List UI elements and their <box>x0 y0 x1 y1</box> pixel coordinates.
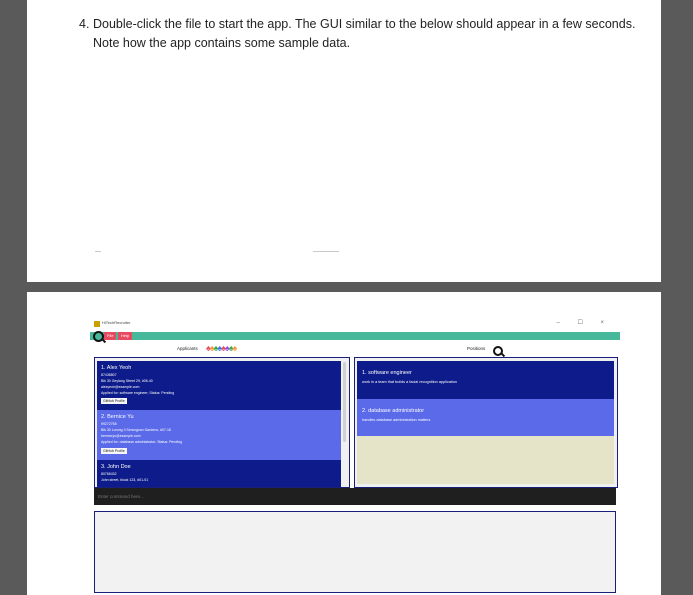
people-icon: ♠♠♠♠♠♠♠♠ <box>206 343 237 353</box>
applicant-phone: 87438807 <box>101 373 117 377</box>
applicant-status: Applied for: database administrator; Sta… <box>101 440 182 444</box>
position-card[interactable]: 2. database administrator handles databa… <box>357 399 614 436</box>
applicant-card[interactable]: 3. John Doe 80765432 John street, block … <box>97 460 341 487</box>
position-name: 1. software engineer <box>362 370 412 376</box>
menubar: File Help <box>90 331 620 342</box>
result-display <box>94 511 616 593</box>
positions-empty-area <box>357 436 614 484</box>
position-description: handles database administration matters <box>362 418 431 422</box>
app-logo-icon <box>94 321 100 327</box>
applicants-list[interactable]: 1. Alex Yeoh 87438807 Blk 30 Geylang Str… <box>94 357 350 488</box>
step-4-instruction: 4. Double-click the file to start the ap… <box>79 15 639 53</box>
applicants-header: Applicants ♠♠♠♠♠♠♠♠ <box>94 341 344 357</box>
applicant-email: alexyeoh@example.com <box>101 385 140 389</box>
applicant-card[interactable]: 1. Alex Yeoh 87438807 Blk 30 Geylang Str… <box>97 361 341 410</box>
github-profile-link[interactable]: GitHub Profile <box>101 398 127 404</box>
applicant-name: 2. Bernice Yu <box>101 414 134 420</box>
position-card[interactable]: 1. software engineer work in a team that… <box>357 361 614 399</box>
applicant-email: berniceyu@example.com <box>101 434 141 438</box>
menu-file[interactable]: File <box>104 332 117 340</box>
positions-title: Positions <box>467 346 486 351</box>
positions-header: Positions <box>352 341 616 357</box>
app-title: HiTechRecruiter <box>102 320 131 325</box>
applicant-card[interactable]: 2. Bernice Yu 99272758 Blk 30 Lorong 3 S… <box>97 410 341 460</box>
stray-mark <box>313 251 339 252</box>
applicant-address: Blk 30 Geylang Street 29, #06-40 <box>101 379 153 383</box>
applicant-phone: 80765432 <box>101 472 117 476</box>
applicant-address: John street, block 123, #01-01 <box>101 478 149 482</box>
command-box <box>94 488 616 505</box>
positions-list[interactable]: 1. software engineer work in a team that… <box>354 357 618 488</box>
position-description: work in a team that builds a facial reco… <box>362 380 457 384</box>
applicant-name: 1. Alex Yeoh <box>101 365 132 371</box>
applicant-address: Blk 30 Lorong 3 Serangoon Gardens, #07-1… <box>101 428 171 432</box>
menu-help[interactable]: Help <box>118 332 133 340</box>
scrollbar[interactable] <box>343 362 346 442</box>
app-titlebar: HiTechRecruiter – ☐ × <box>90 318 620 330</box>
command-input[interactable] <box>98 493 608 500</box>
step-text: Double-click the file to start the app. … <box>93 17 636 50</box>
applicant-status: Applied for: software engineer; Status: … <box>101 391 175 395</box>
app-window: HiTechRecruiter – ☐ × File Help Applican… <box>90 318 620 593</box>
applicant-phone: 99272758 <box>101 422 117 426</box>
step-number: 4. <box>79 17 90 31</box>
github-profile-link[interactable]: GitHub Profile <box>101 448 127 454</box>
position-name: 2. database administrator <box>362 408 425 414</box>
applicant-name: 3. John Doe <box>101 464 131 470</box>
search-icon[interactable] <box>493 346 503 356</box>
applicants-title: Applicants <box>177 346 198 351</box>
stray-mark <box>95 251 101 252</box>
window-controls[interactable]: – ☐ × <box>556 319 612 326</box>
document-page-1: 4. Double-click the file to start the ap… <box>27 0 661 282</box>
document-page-2: HiTechRecruiter – ☐ × File Help Applican… <box>27 292 661 595</box>
